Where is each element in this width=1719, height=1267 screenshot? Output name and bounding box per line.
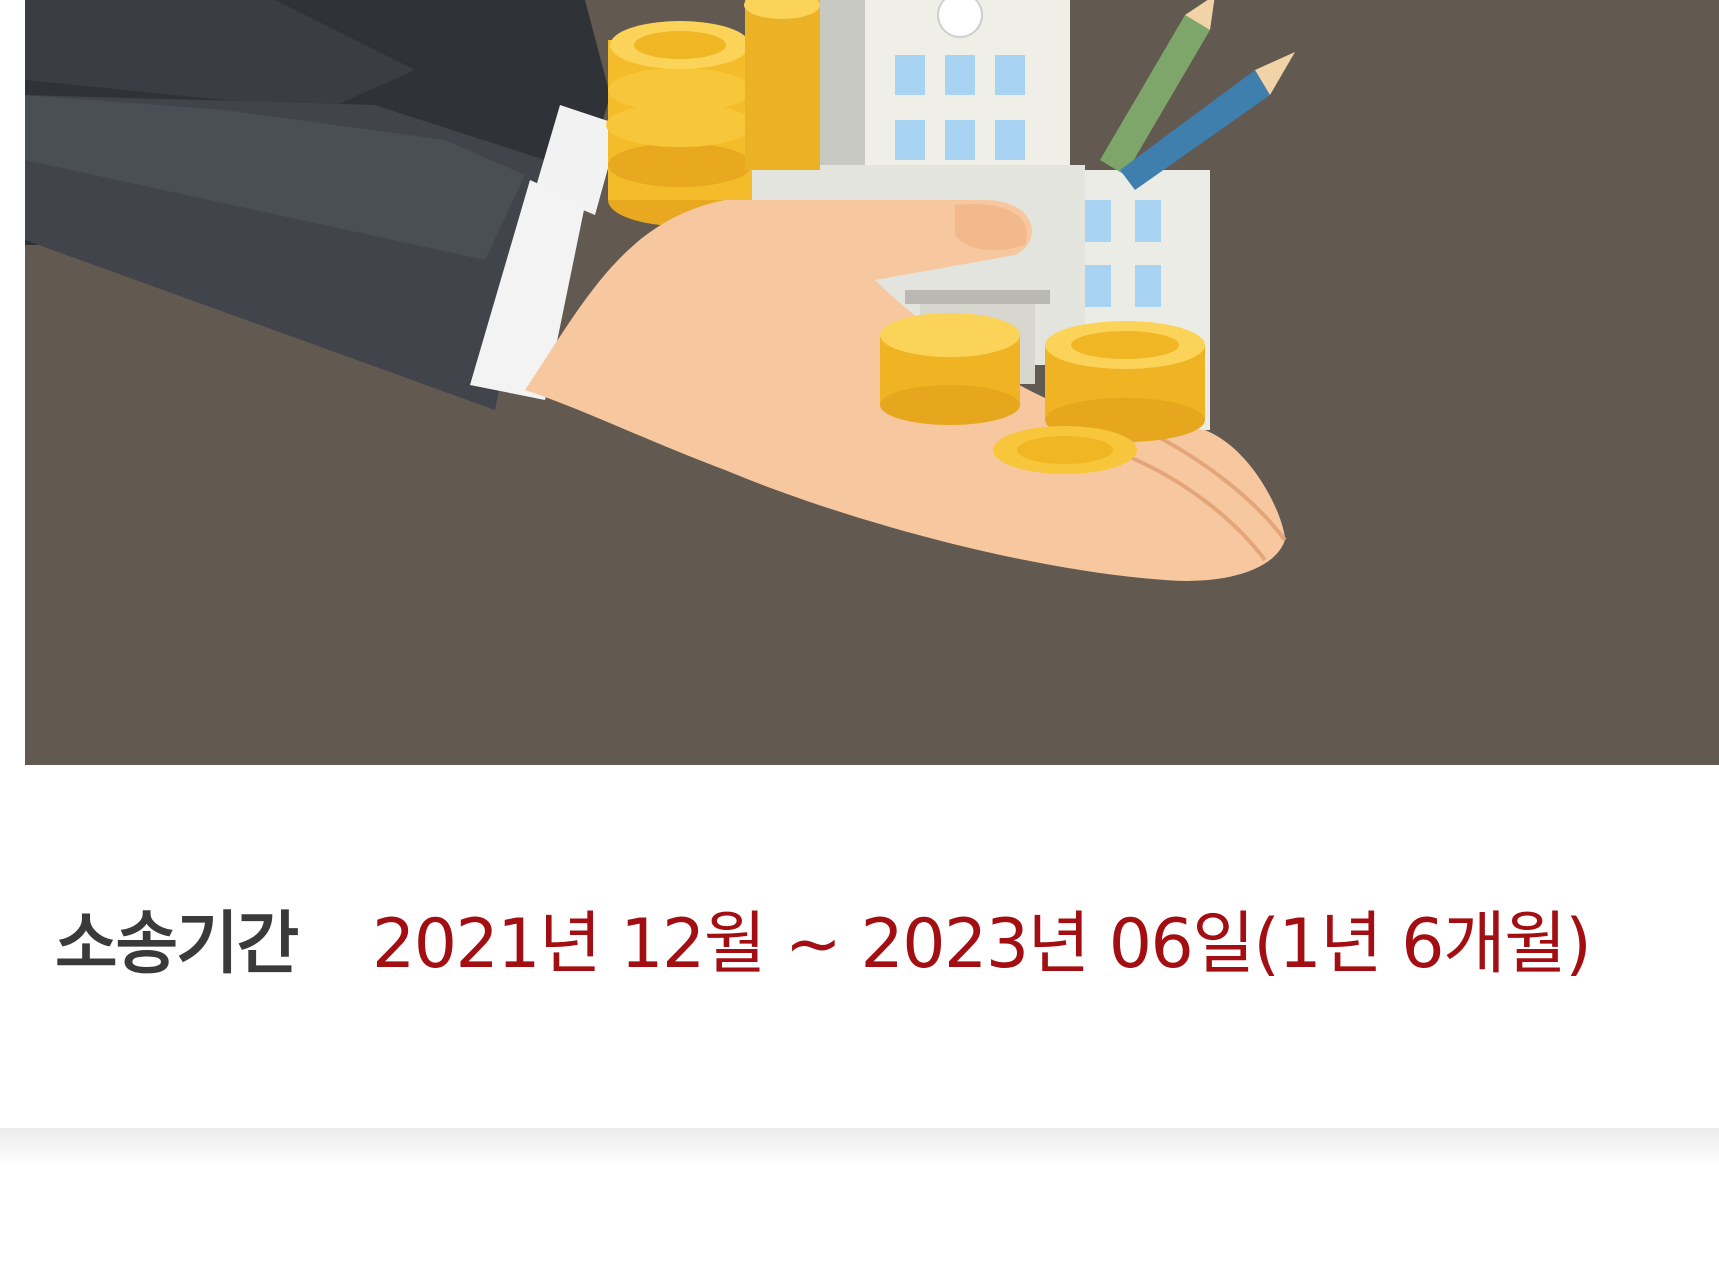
hero-illustration bbox=[25, 0, 1719, 765]
period-label: 소송기간 bbox=[55, 905, 299, 984]
litigation-period-row: 소송기간 2021년 12월 ~ 2023년 06일(1년 6개월) bbox=[0, 905, 1719, 985]
period-value: 2021년 12월 ~ 2023년 06일(1년 6개월) bbox=[372, 905, 1592, 984]
hands-with-coins-and-building-illustration bbox=[25, 0, 1295, 581]
section-divider bbox=[0, 1128, 1719, 1168]
